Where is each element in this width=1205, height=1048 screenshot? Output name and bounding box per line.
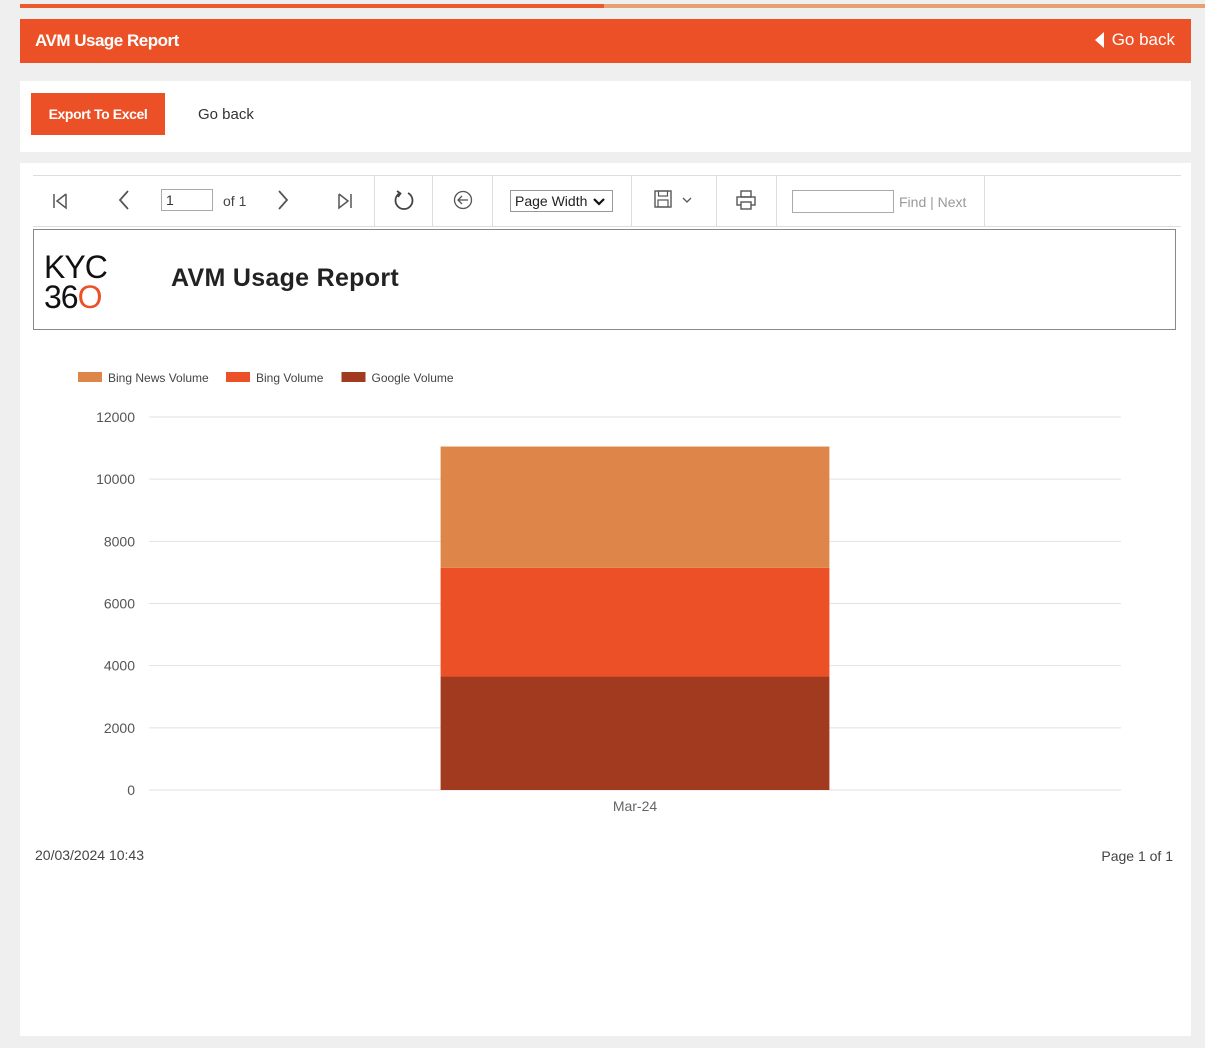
y-tick-label: 0 bbox=[127, 782, 135, 798]
go-back-link[interactable]: Go back bbox=[198, 106, 254, 123]
y-tick-label: 2000 bbox=[104, 720, 135, 736]
report-generated-timestamp: 20/03/2024 10:43 bbox=[35, 847, 144, 863]
legend-label: Bing Volume bbox=[256, 371, 324, 385]
y-tick-label: 12000 bbox=[96, 409, 135, 425]
header-go-back-label: Go back bbox=[1111, 30, 1175, 49]
report-viewer: of 1 Page Width bbox=[20, 163, 1191, 1036]
y-tick-label: 6000 bbox=[104, 596, 135, 612]
legend-swatch bbox=[226, 372, 250, 382]
bar-segment bbox=[440, 567, 830, 677]
bar-segment bbox=[440, 676, 830, 790]
legend-swatch bbox=[78, 372, 102, 382]
top-progress-line bbox=[20, 4, 1205, 8]
caret-left-icon bbox=[1094, 32, 1104, 48]
legend-label: Bing News Volume bbox=[108, 371, 209, 385]
action-bar: Export To Excel Go back bbox=[20, 81, 1191, 152]
y-tick-label: 8000 bbox=[104, 533, 135, 549]
bar-segment bbox=[440, 446, 830, 568]
legend-label: Google Volume bbox=[372, 371, 454, 385]
y-tick-label: 4000 bbox=[104, 658, 135, 674]
header-title: AVM Usage Report bbox=[35, 31, 179, 50]
y-tick-label: 10000 bbox=[96, 471, 135, 487]
legend-swatch bbox=[341, 372, 366, 382]
header-go-back-button[interactable]: Go back bbox=[1094, 30, 1175, 50]
report-page-info: Page 1 of 1 bbox=[1101, 848, 1173, 864]
page-header: AVM Usage Report Go back bbox=[20, 19, 1191, 63]
stacked-bar-chart: 0 2000 4000 6000 8000 10000 12000 Bing News Vol… bbox=[78, 371, 1121, 814]
export-to-excel-button[interactable]: Export To Excel bbox=[31, 93, 165, 135]
x-tick-label: Mar-24 bbox=[613, 798, 658, 814]
